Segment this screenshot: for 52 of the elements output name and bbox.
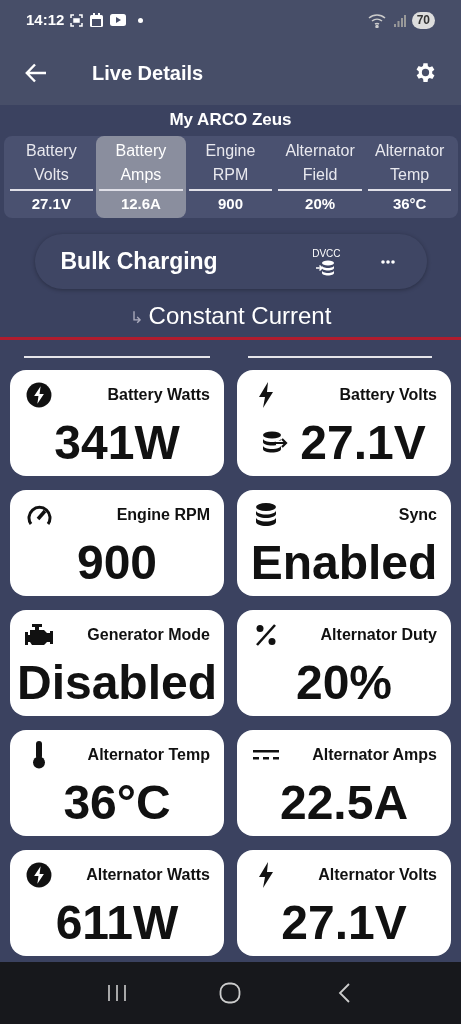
screenshot-icon [70,13,84,27]
status-time: 14:12 [26,9,65,30]
card-value: 27.1V [281,895,407,951]
database-icon [255,503,277,527]
more-icon [380,259,395,264]
card-value: 36°C [63,775,171,831]
tab[interactable]: Alternator Field 20% [275,136,365,218]
bolt-circle-icon [26,862,52,888]
battery-level: 70 [411,11,435,29]
card-title: Generator Mode [87,625,210,645]
direct-current-icon [253,749,279,761]
tab[interactable]: Engine RPM 900 [185,136,276,218]
thermometer-icon [32,741,46,769]
home-button[interactable] [218,981,243,1005]
card-value: Enabled [250,535,438,591]
card-value: 20% [295,655,393,711]
tab[interactable]: Alternator Temp 36°C [364,136,455,218]
card-value: Disabled [16,655,218,711]
calendar-icon [89,12,105,28]
device-name: My ARCO Zeus [169,109,292,131]
card-title: Battery Watts [107,385,210,405]
card-value: 611W [55,895,179,951]
card-value: 22.5A [279,775,409,831]
sub-arrow: ↳ [129,308,143,328]
card-title: Engine RPM [116,505,210,525]
wifi-icon [367,12,388,28]
page-title: Live Details [92,60,204,86]
bolt-circle-icon [26,382,52,408]
card-title: Alternator Temp [87,745,210,765]
speedometer-icon [25,504,53,526]
database-arrow-icon [316,259,337,276]
card-title: Alternator Duty [320,625,437,645]
card-title: Sync [398,505,437,525]
tab[interactable]: Battery Volts 27.1V [6,136,97,218]
lightning-bolt-icon [259,862,273,888]
engine-icon [24,624,54,646]
card-title: Alternator Amps [312,745,437,765]
card-title: Alternator Volts [318,865,437,885]
card-value: 900 [76,535,158,591]
dot-icon [138,17,144,23]
card-title: Alternator Watts [86,865,210,885]
lightning-bolt-icon [259,382,273,408]
card-value: 341W [54,415,180,471]
signal-icon [393,13,406,27]
card-title: Battery Volts [339,385,437,405]
video-icon [110,14,127,26]
dvcc-label: DVCC [312,247,341,260]
charge-substate: Constant Current [148,301,332,331]
charge-state-title: Bulk Charging [60,247,218,277]
database-arrow-icon [262,431,289,455]
percent-icon [255,624,277,646]
card-value: 27.1V [300,415,426,471]
